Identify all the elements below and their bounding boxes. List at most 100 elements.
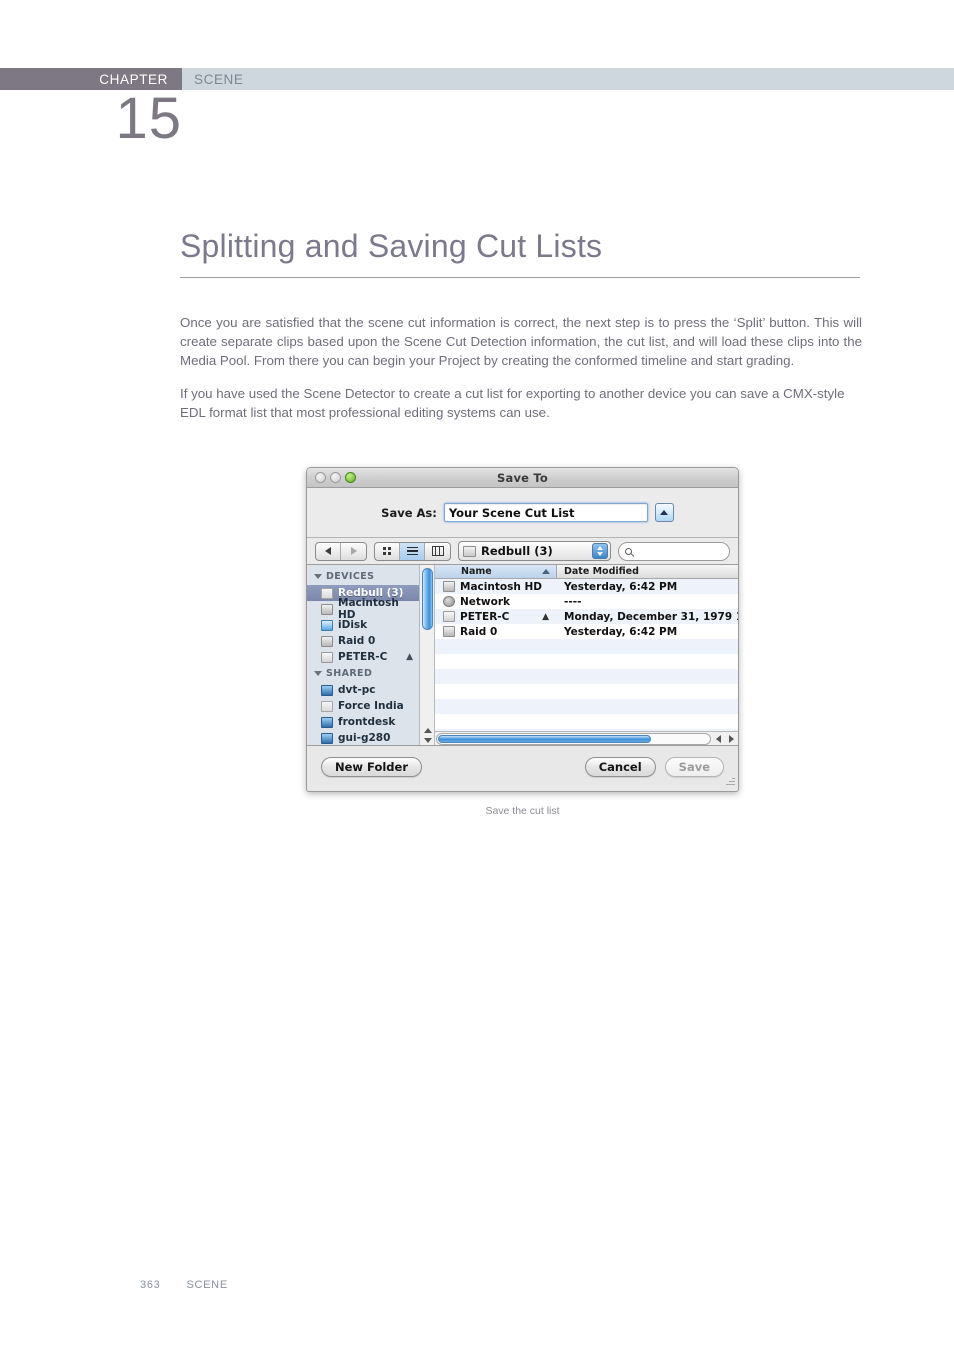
sidebar-item-dvt-pc[interactable]: dvt-pc — [307, 682, 419, 698]
resize-grip-icon[interactable] — [724, 775, 735, 786]
file-date: Yesterday, 6:42 PM — [564, 625, 678, 638]
sidebar-item-idisk[interactable]: iDisk — [307, 617, 419, 633]
scroll-left-button[interactable] — [712, 734, 725, 743]
cancel-button[interactable]: Cancel — [584, 757, 656, 777]
hard-drive-icon — [443, 581, 455, 592]
file-list-rows: Macintosh HD Yesterday, 6:42 PM Network … — [435, 579, 738, 731]
location-value: Redbull (3) — [481, 544, 553, 558]
zoom-icon[interactable] — [345, 472, 356, 483]
horizontal-scrollbar-track[interactable] — [436, 732, 711, 745]
forward-button[interactable] — [341, 543, 366, 560]
folder-icon — [321, 587, 333, 599]
back-button[interactable] — [316, 542, 341, 560]
sidebar-item-label: Force India — [338, 700, 404, 712]
page-title: Splitting and Saving Cut Lists — [180, 228, 603, 264]
save-button[interactable]: Save — [664, 757, 724, 777]
hard-drive-icon — [321, 603, 333, 615]
sidebar-group-devices-label: DEVICES — [326, 571, 375, 582]
table-row-empty — [435, 669, 738, 684]
table-row-empty — [435, 699, 738, 714]
table-row[interactable]: Network ---- — [435, 594, 738, 609]
table-row-empty — [435, 714, 738, 729]
horizontal-scrollbar[interactable] — [435, 731, 738, 745]
scroll-right-button[interactable] — [725, 734, 738, 743]
up-down-stepper-icon[interactable] — [592, 543, 608, 559]
chapter-tag-label: CHAPTER — [99, 71, 168, 87]
vertical-scrollbar-thumb[interactable] — [422, 568, 433, 630]
dialog-footer: New Folder Cancel Save — [307, 746, 738, 788]
footer-section-label: SCENE — [186, 1279, 228, 1291]
view-column-button[interactable] — [425, 543, 450, 560]
save-as-input[interactable]: Your Scene Cut List — [443, 503, 648, 522]
disclosure-toggle-button[interactable] — [654, 503, 674, 522]
eject-icon[interactable]: ▲ — [406, 652, 413, 662]
sidebar-item-macintosh-hd[interactable]: Macintosh HD — [307, 597, 419, 621]
sidebar-item-raid-0[interactable]: Raid 0 — [307, 633, 419, 649]
column-view-icon — [431, 546, 444, 556]
file-name-cell: PETER-C ▲ — [435, 611, 557, 623]
table-row[interactable]: PETER-C ▲ Monday, December 31, 1979 11:3… — [435, 609, 738, 624]
arrow-left-icon — [325, 547, 331, 555]
sidebar-item-gui-g280[interactable]: gui-g280 — [307, 730, 419, 745]
sidebar-group-shared-label: SHARED — [326, 668, 373, 679]
location-popup-button[interactable]: Redbull (3) — [458, 541, 611, 561]
eject-icon[interactable]: ▲ — [542, 612, 549, 622]
computer-icon — [321, 684, 333, 696]
folder-icon — [463, 545, 476, 557]
column-header-name-label: Name — [461, 566, 492, 577]
arrow-right-icon — [350, 547, 357, 555]
save-as-value: Your Scene Cut List — [448, 505, 575, 520]
view-mode-segment[interactable] — [374, 541, 451, 561]
sidebar-item-label: gui-g280 — [338, 732, 391, 744]
sidebar-item-label: iDisk — [338, 619, 368, 631]
triangle-up-icon — [660, 510, 669, 515]
sidebar-item-force-india[interactable]: Force India — [307, 698, 419, 714]
minimize-icon[interactable] — [330, 472, 341, 483]
file-name: Macintosh HD — [460, 580, 542, 593]
sidebar-item-peter-c[interactable]: PETER-C ▲ — [307, 649, 419, 665]
close-icon[interactable] — [315, 472, 326, 483]
column-header-date-modified[interactable]: Date Modified — [557, 565, 738, 578]
arrow-right-icon — [729, 734, 734, 743]
view-list-button[interactable] — [400, 542, 425, 560]
body-text-column: Once you are satisfied that the scene cu… — [180, 313, 862, 436]
file-name-cell: Raid 0 — [435, 626, 557, 638]
volume-icon — [443, 611, 455, 622]
search-input[interactable] — [618, 541, 730, 561]
sidebar-item-label: dvt-pc — [338, 684, 376, 696]
sidebar-item-frontdesk[interactable]: frontdesk — [307, 714, 419, 730]
file-name: PETER-C — [460, 610, 510, 623]
horizontal-scrollbar-thumb[interactable] — [438, 734, 651, 743]
title-divider — [180, 277, 860, 278]
hard-drive-icon — [443, 626, 455, 637]
navigation-segment[interactable] — [315, 541, 367, 561]
idisk-icon — [321, 619, 333, 631]
figure-caption: Save the cut list — [485, 805, 560, 817]
dialog-titlebar[interactable]: Save To — [307, 468, 738, 488]
footer-page-number: 363 — [140, 1279, 161, 1291]
new-folder-button[interactable]: New Folder — [321, 757, 422, 777]
sidebar-group-shared[interactable]: SHARED — [307, 665, 419, 682]
sidebar-item-label: frontdesk — [338, 716, 396, 728]
places-sidebar[interactable]: DEVICES Redbull (3) Macintosh HD iDisk R… — [307, 565, 420, 745]
sidebar-group-devices[interactable]: DEVICES — [307, 568, 419, 585]
paragraph-2: If you have used the Scene Detector to c… — [180, 386, 845, 420]
list-view-icon — [406, 546, 418, 556]
vertical-scroll-buttons[interactable] — [420, 725, 435, 745]
column-header-name[interactable]: Name — [435, 565, 557, 578]
vertical-scrollbar[interactable] — [420, 565, 435, 745]
horizontal-scroll-buttons[interactable] — [712, 734, 738, 743]
file-browser: DEVICES Redbull (3) Macintosh HD iDisk R… — [307, 565, 738, 746]
view-icon-button[interactable] — [375, 542, 400, 560]
scroll-down-button[interactable] — [420, 735, 435, 745]
file-name: Raid 0 — [460, 625, 498, 638]
table-row[interactable]: Raid 0 Yesterday, 6:42 PM — [435, 624, 738, 639]
arrow-left-icon — [716, 734, 721, 743]
file-list-header[interactable]: Name Date Modified — [435, 565, 738, 579]
table-row[interactable]: Macintosh HD Yesterday, 6:42 PM — [435, 579, 738, 594]
scroll-up-button[interactable] — [420, 725, 435, 735]
file-date: ---- — [564, 595, 582, 608]
window-controls[interactable] — [315, 472, 356, 483]
save-dialog[interactable]: Save To Save As: Your Scene Cut List Red… — [306, 467, 739, 792]
hard-drive-icon — [321, 635, 333, 647]
